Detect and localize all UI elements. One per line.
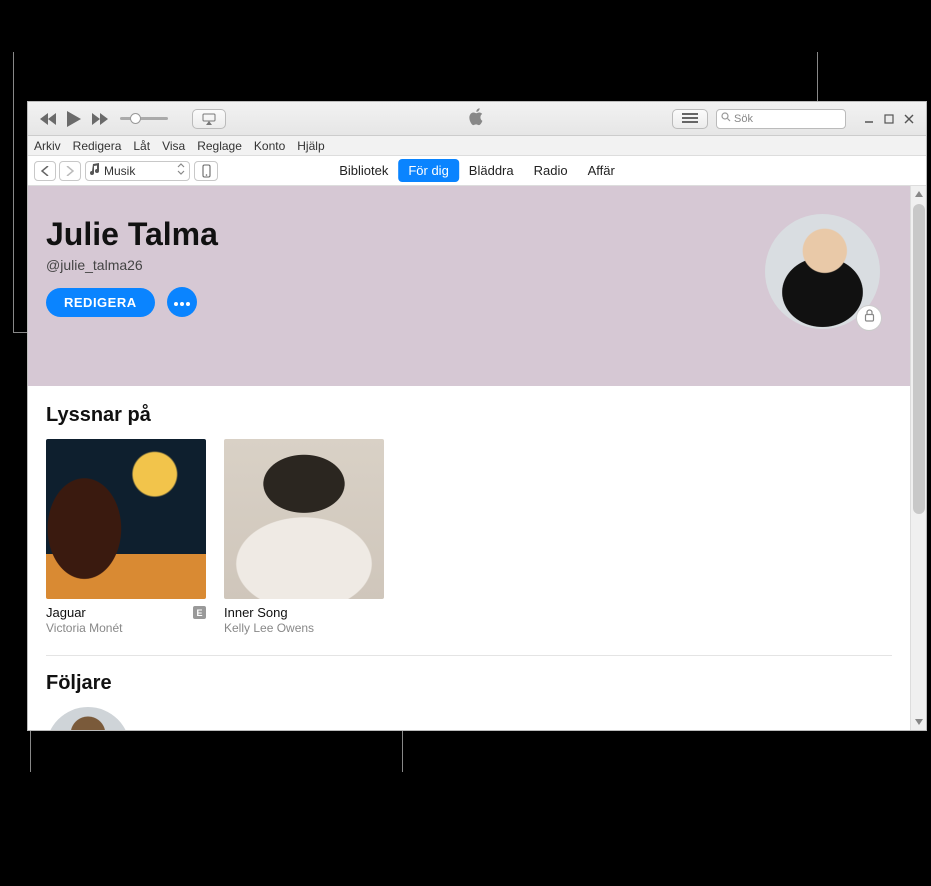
listening-title: Lyssnar på [46, 404, 892, 427]
chevron-updown-icon [177, 163, 185, 178]
content-area: Julie Talma @julie_talma26 REDIGERA [28, 186, 926, 730]
media-type-selector[interactable]: Musik [85, 161, 190, 181]
profile-page: Julie Talma @julie_talma26 REDIGERA [28, 186, 910, 730]
close-button[interactable] [900, 110, 918, 128]
vertical-scrollbar[interactable] [910, 186, 926, 730]
album-item[interactable]: Inner Song Kelly Lee Owens [224, 439, 384, 635]
menu-redigera[interactable]: Redigera [73, 139, 122, 153]
play-button[interactable] [64, 109, 84, 129]
next-button[interactable] [90, 109, 110, 129]
menu-konto[interactable]: Konto [254, 139, 285, 153]
queue-button[interactable] [672, 109, 708, 129]
tab-radio[interactable]: Radio [524, 159, 578, 182]
scroll-down-arrow[interactable] [911, 714, 926, 730]
lock-icon [864, 309, 875, 327]
main-tabs: Bibliotek För dig Bläddra Radio Affär [329, 159, 625, 182]
tab-for-dig[interactable]: För dig [398, 159, 458, 182]
back-button[interactable] [34, 161, 56, 181]
device-button[interactable] [194, 161, 218, 181]
search-icon [721, 112, 731, 125]
volume-slider[interactable] [120, 117, 180, 120]
explicit-badge: E [193, 606, 206, 619]
menu-visa[interactable]: Visa [162, 139, 185, 153]
more-button[interactable] [167, 287, 197, 317]
followers-section: Följare [28, 656, 910, 730]
album-cover[interactable] [224, 439, 384, 599]
nav-toolbar: Musik Bibliotek För dig Bläddra Radio Af… [28, 156, 926, 186]
menu-hjalp[interactable]: Hjälp [297, 139, 324, 153]
search-input[interactable]: Sök [716, 109, 846, 129]
menu-reglage[interactable]: Reglage [197, 139, 242, 153]
album-artist: Kelly Lee Owens [224, 621, 384, 635]
tab-bibliotek[interactable]: Bibliotek [329, 159, 398, 182]
followers-title: Följare [46, 672, 892, 695]
album-cover[interactable] [46, 439, 206, 599]
minimize-button[interactable] [860, 110, 878, 128]
profile-avatar-area [765, 214, 880, 329]
more-icon [174, 293, 190, 311]
scroll-thumb[interactable] [913, 204, 925, 514]
player-toolbar: Sök [28, 102, 926, 136]
menu-lat[interactable]: Låt [133, 139, 150, 153]
profile-name: Julie Talma [46, 216, 882, 253]
profile-handle: @julie_talma26 [46, 257, 882, 273]
listening-section: Lyssnar på Jaguar E Victoria Monét Inne [28, 386, 910, 635]
apple-logo-icon [469, 107, 485, 130]
app-window: Sök Arkiv Redigera Låt Visa Reglage Kont… [27, 101, 927, 731]
menu-bar: Arkiv Redigera Låt Visa Reglage Konto Hj… [28, 136, 926, 156]
album-title: Jaguar [46, 605, 86, 620]
callout-line [13, 52, 14, 332]
profile-actions: REDIGERA [46, 287, 882, 317]
maximize-button[interactable] [880, 110, 898, 128]
album-item[interactable]: Jaguar E Victoria Monét [46, 439, 206, 635]
profile-header: Julie Talma @julie_talma26 REDIGERA [28, 186, 910, 386]
previous-button[interactable] [38, 109, 58, 129]
edit-profile-button[interactable]: REDIGERA [46, 288, 155, 317]
forward-button[interactable] [59, 161, 81, 181]
search-placeholder: Sök [734, 113, 753, 125]
tab-bladdra[interactable]: Bläddra [459, 159, 524, 182]
album-title: Inner Song [224, 605, 288, 620]
window-controls [860, 110, 918, 128]
music-note-icon [90, 163, 100, 178]
media-type-label: Musik [104, 164, 135, 178]
menu-arkiv[interactable]: Arkiv [34, 139, 61, 153]
tab-affar[interactable]: Affär [578, 159, 625, 182]
privacy-lock-badge[interactable] [856, 305, 882, 331]
album-artist: Victoria Monét [46, 621, 206, 635]
playback-controls [28, 109, 226, 129]
titlebar-right: Sök [672, 109, 918, 129]
scroll-up-arrow[interactable] [911, 186, 926, 202]
airplay-button[interactable] [192, 109, 226, 129]
album-list: Jaguar E Victoria Monét Inner Song Kelly… [46, 439, 892, 635]
follower-avatar[interactable] [46, 707, 130, 730]
